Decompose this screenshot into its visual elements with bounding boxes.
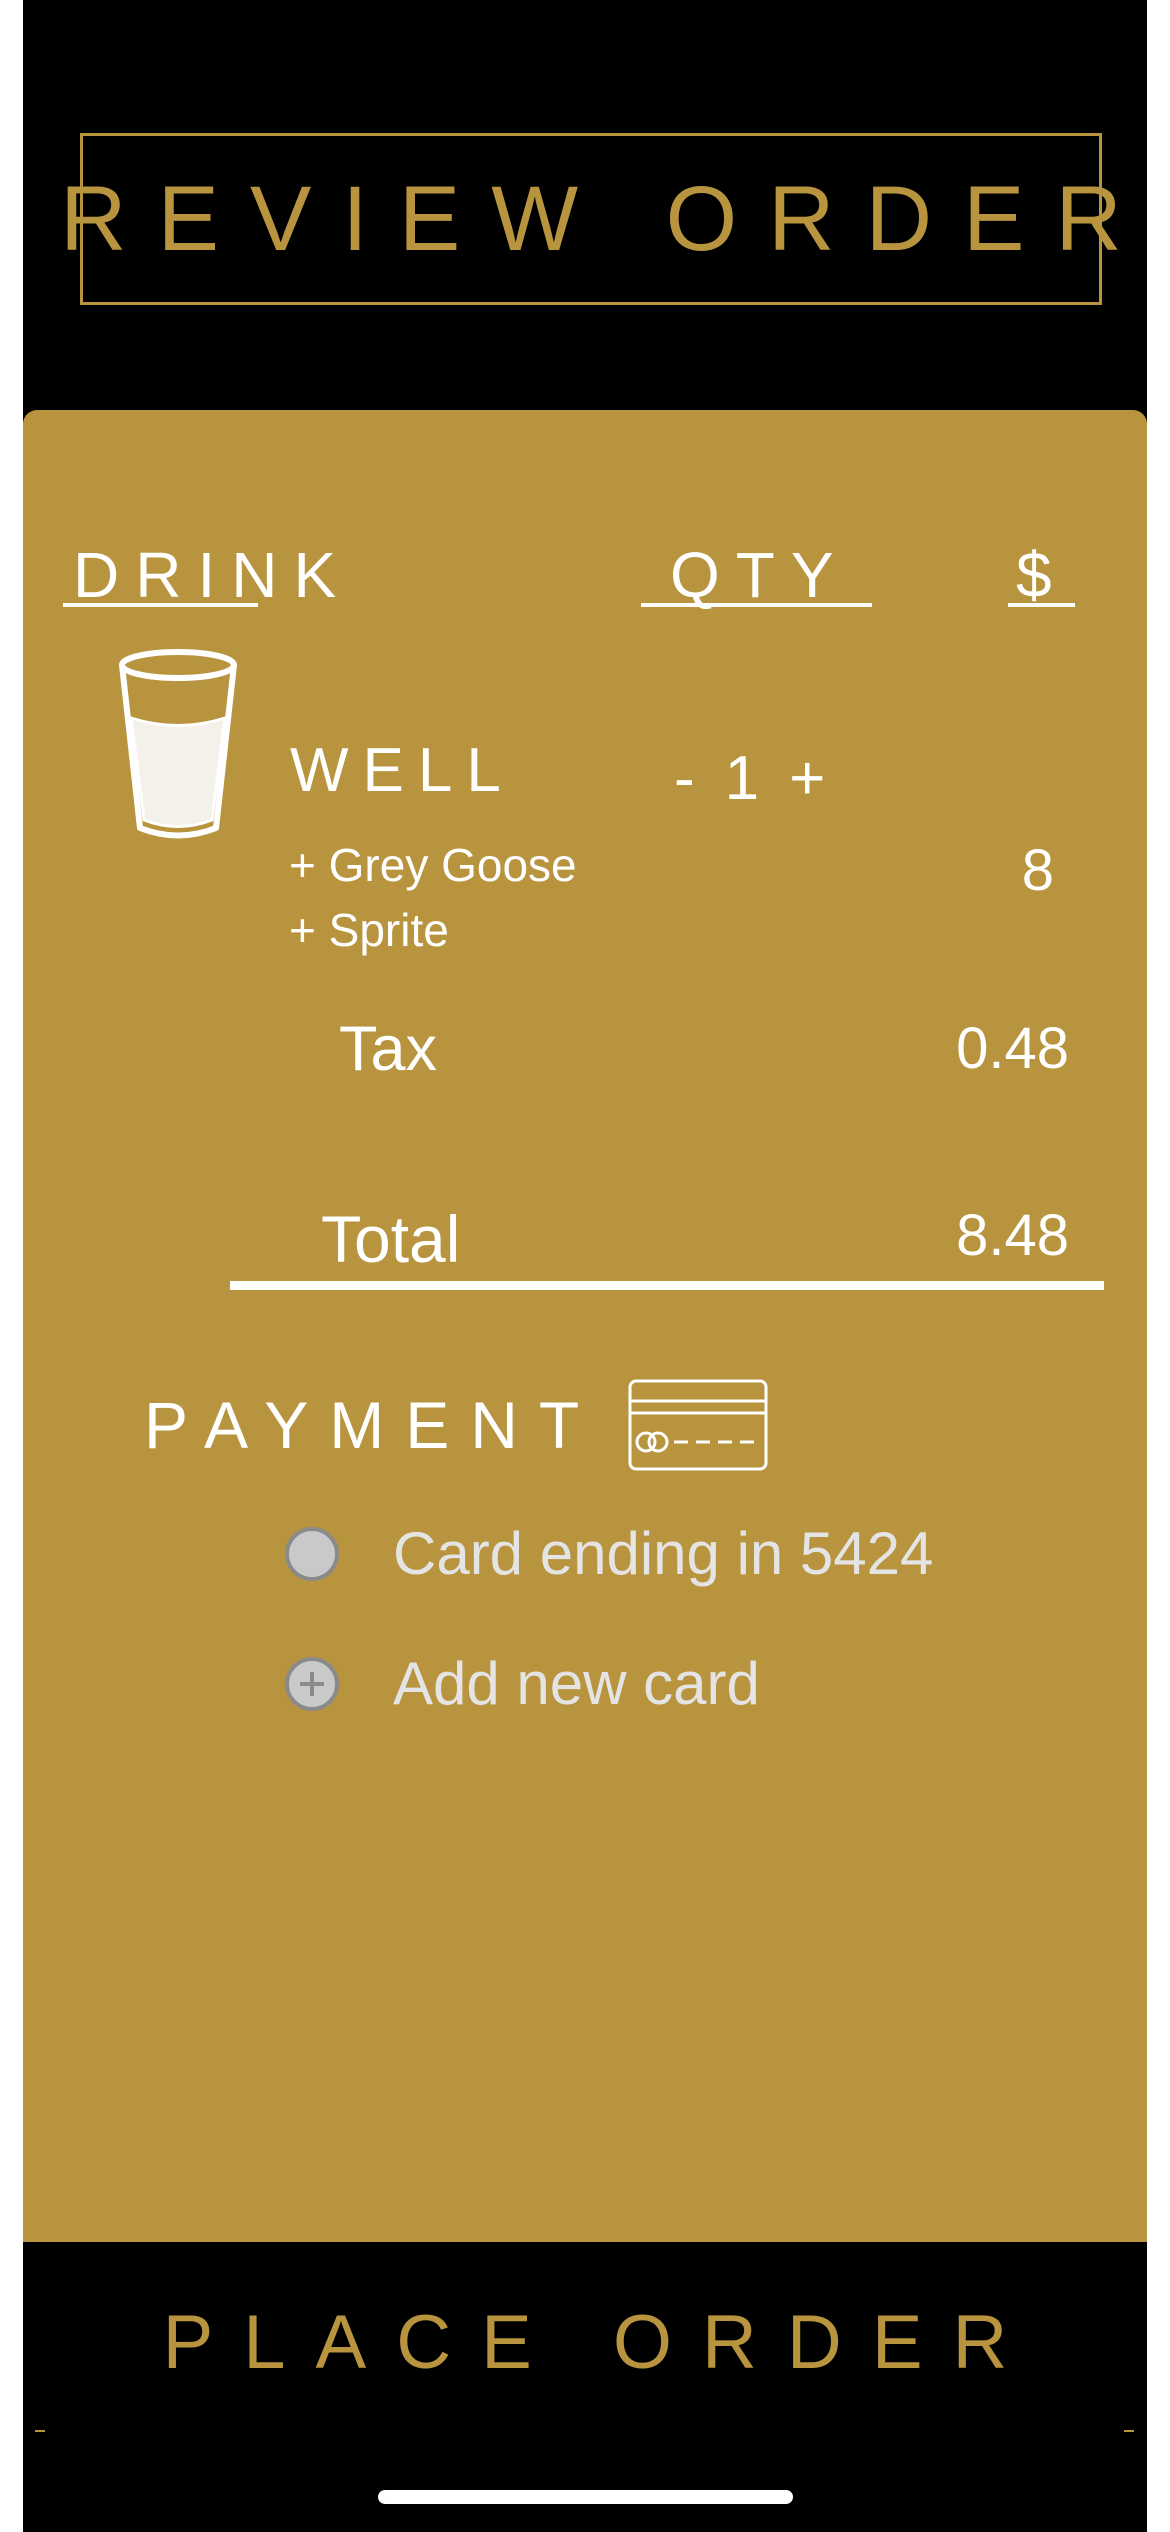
page-title: REVIEW ORDER (60, 167, 1147, 270)
glass-icon (119, 649, 237, 839)
radio-icon[interactable] (285, 1526, 339, 1581)
qty-increase-button[interactable]: + (789, 743, 825, 814)
payment-option-add-card[interactable]: Add new card (285, 1649, 760, 1718)
plus-circle-icon[interactable] (285, 1656, 339, 1711)
home-indicator[interactable] (378, 2490, 793, 2504)
drink-modifier: + Grey Goose (289, 839, 577, 891)
column-underline-drink (63, 603, 258, 607)
payment-option-label: Card ending in 5424 (393, 1520, 934, 1587)
header-frame: REVIEW ORDER (60, 133, 1122, 305)
column-header-drink: DRINK (73, 539, 353, 611)
tax-label: Tax (339, 1014, 438, 1084)
total-label: Total (321, 1202, 461, 1276)
column-header-price: $ (1016, 539, 1052, 611)
tax-value: 0.48 (956, 1016, 1069, 1081)
quantity-stepper: - 1 + (674, 743, 825, 814)
column-underline-qty (641, 603, 872, 607)
drink-name: WELL (290, 736, 515, 805)
qty-value: 1 (724, 744, 760, 813)
item-price: 8 (1021, 838, 1054, 903)
payment-option-saved-card[interactable]: Card ending in 5424 (285, 1519, 933, 1588)
decorative-tick (35, 2430, 45, 2432)
payment-heading: PAYMENT (144, 1388, 601, 1462)
total-divider (230, 1281, 1104, 1290)
place-order-button[interactable]: PLACE ORDER (23, 2242, 1147, 2442)
place-order-label: PLACE ORDER (162, 2299, 1038, 2385)
screen: REVIEW ORDER DRINK QTY $ WELL - 1 + + Gr… (23, 0, 1147, 2532)
decorative-tick (1124, 2430, 1134, 2432)
credit-card-icon (628, 1379, 768, 1471)
payment-option-label: Add new card (393, 1650, 760, 1717)
column-header-qty: QTY (670, 539, 850, 611)
total-value: 8.48 (956, 1203, 1069, 1268)
column-underline-price (1008, 603, 1075, 607)
qty-decrease-button[interactable]: - (674, 743, 695, 814)
drink-modifier: + Sprite (289, 904, 449, 956)
